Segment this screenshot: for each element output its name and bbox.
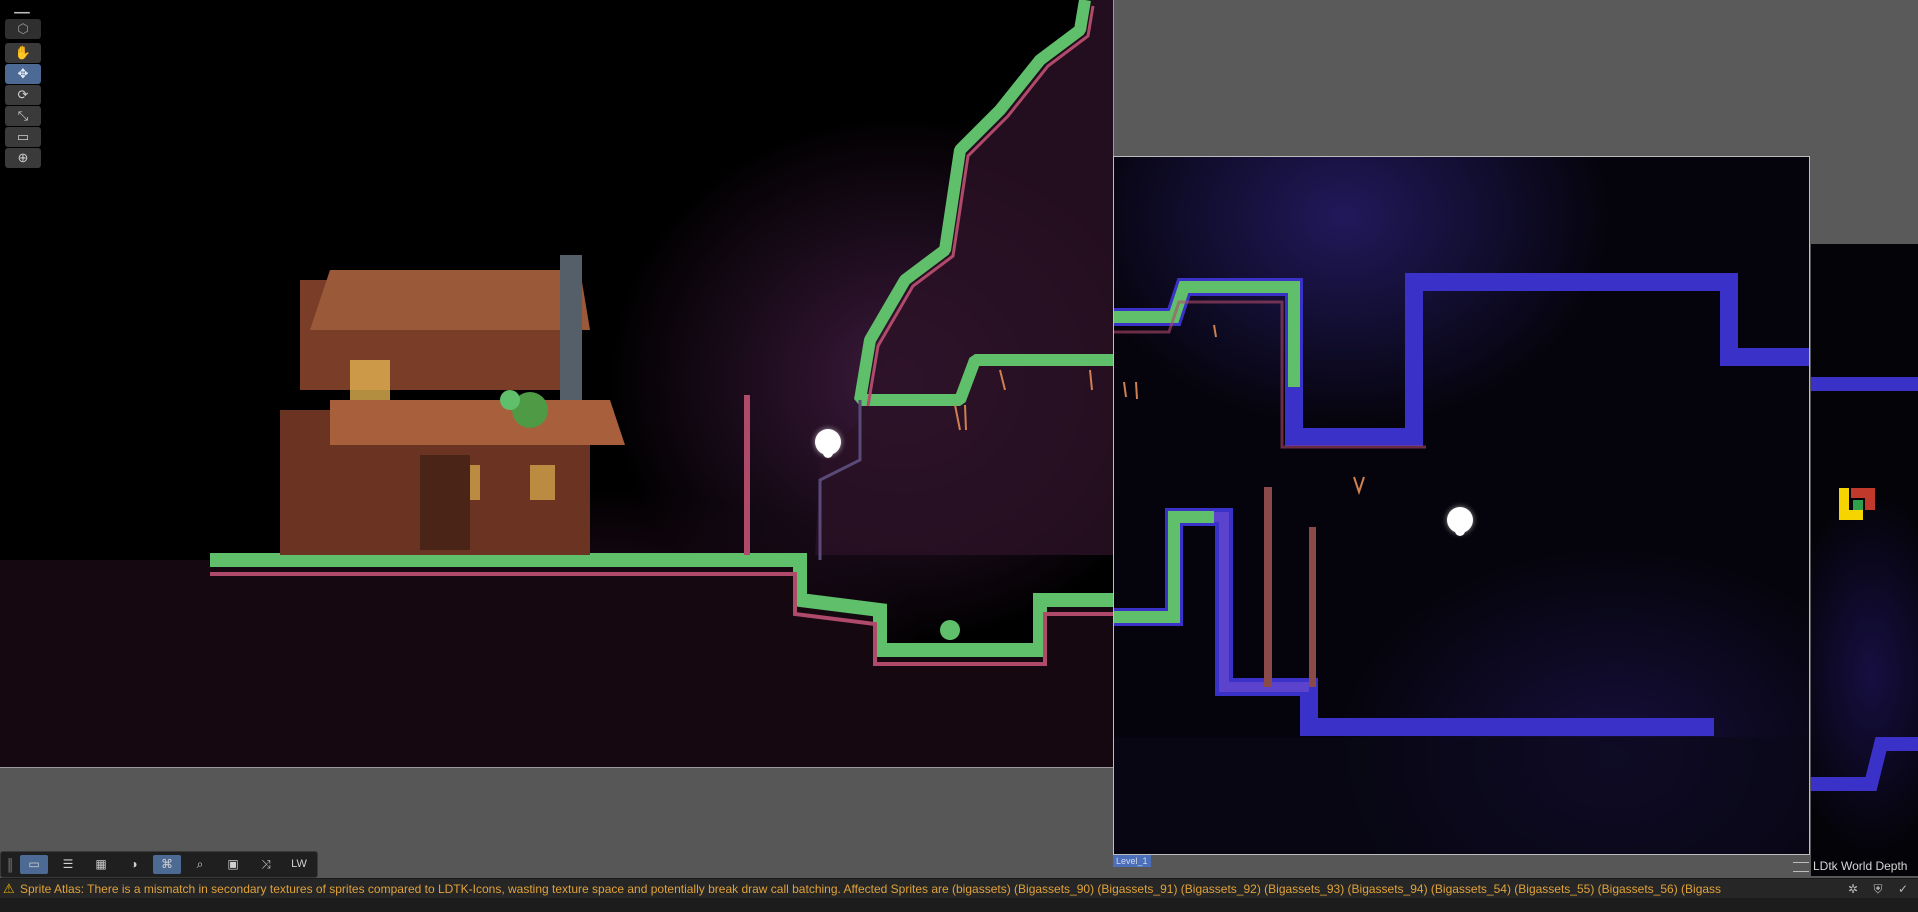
lw-button[interactable]: LW: [285, 855, 313, 874]
level-artwork-right: [1811, 377, 1918, 791]
bottom-strip: [0, 898, 1918, 912]
scale-tool-button[interactable]: ⤡: [5, 106, 41, 126]
level-canvas-left[interactable]: [0, 0, 1114, 768]
rotate-tool-button[interactable]: ⟳: [5, 85, 41, 105]
bug-icon[interactable]: ✲: [1845, 881, 1861, 897]
menu-icon[interactable]: ▁▁: [13, 4, 31, 16]
level-canvas-level-1[interactable]: [1113, 156, 1810, 855]
grid-overlay-button[interactable]: ▦: [87, 855, 115, 874]
level-artwork-level-1: [1114, 273, 1809, 854]
depth-icon: [1793, 862, 1809, 872]
camera-overlay-button[interactable]: ▣: [219, 855, 247, 874]
status-bar: ⚠ Sprite Atlas: There is a mismatch in s…: [0, 878, 1918, 899]
check-circle-icon[interactable]: ✓: [1895, 881, 1911, 897]
layers-overlay-button[interactable]: ☰: [54, 855, 82, 874]
level-canvas-right[interactable]: [1811, 244, 1918, 876]
overlay-toolbar: ║ ▭ ☰ ▦ ◑ ⌘ ⌕ ▣ ⤨ LW: [0, 851, 318, 878]
tile-overlay-button[interactable]: ▭: [20, 855, 48, 874]
level-artwork-left: [0, 0, 1113, 767]
warning-icon: ⚠: [3, 881, 15, 896]
scene-background: [1810, 157, 1918, 244]
scene-background: [1113, 0, 1918, 157]
hand-tool-button[interactable]: ✋: [5, 43, 41, 63]
ldtk-logo-icon: [1837, 486, 1877, 526]
transform-tool-button[interactable]: ⊕: [5, 148, 41, 168]
search-icon[interactable]: ⌕: [186, 855, 214, 874]
view-cube-icon[interactable]: ⬡: [5, 19, 41, 39]
grip-handle-icon[interactable]: ║: [6, 857, 15, 873]
shuffle-overlay-button[interactable]: ⤨: [252, 855, 280, 874]
status-message[interactable]: Sprite Atlas: There is a mismatch in sec…: [20, 879, 1820, 899]
level-name-label[interactable]: Level_1: [1113, 855, 1151, 867]
light-icon[interactable]: [1447, 507, 1473, 536]
world-depth-text: LDtk World Depth: [1813, 859, 1908, 873]
rect-tool-button[interactable]: ▭: [5, 127, 41, 147]
move-tool-button[interactable]: ✥: [5, 64, 41, 84]
shading-overlay-button[interactable]: ◑: [120, 855, 148, 874]
light-icon[interactable]: [815, 429, 841, 458]
shield-icon[interactable]: ⛨: [1870, 881, 1886, 897]
gizmo-overlay-button[interactable]: ⌘: [153, 855, 181, 874]
world-depth-label[interactable]: LDtk World Depth: [1787, 857, 1911, 875]
